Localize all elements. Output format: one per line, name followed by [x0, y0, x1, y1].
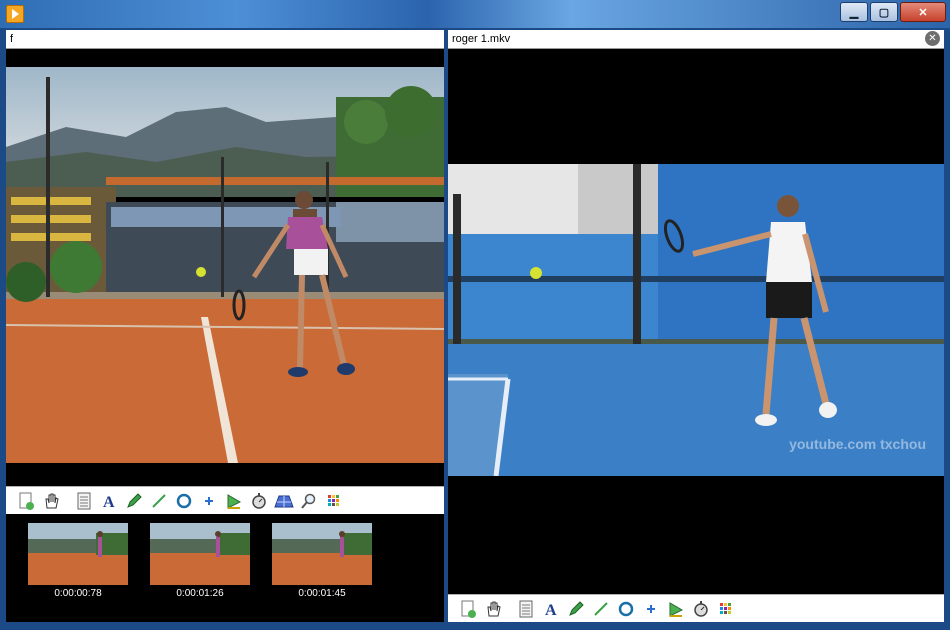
- maximize-button[interactable]: ▢: [870, 2, 898, 22]
- left-pane-header: f: [6, 30, 444, 49]
- chronometer-icon[interactable]: [691, 599, 711, 619]
- title-bar: ▁ ▢ ✕: [0, 0, 950, 28]
- svg-text:A: A: [545, 602, 557, 618]
- circle-icon[interactable]: [174, 491, 194, 511]
- right-pane-header: roger 1.mkv ✕: [448, 30, 944, 49]
- video-watermark: youtube.com txchou: [789, 436, 926, 452]
- app-icon[interactable]: [6, 5, 24, 23]
- key-image-preview: [28, 523, 128, 585]
- pencil-icon[interactable]: [566, 599, 586, 619]
- chronometer-icon[interactable]: [249, 491, 269, 511]
- minimize-button[interactable]: ▁: [840, 2, 868, 22]
- new-key-image-icon[interactable]: [458, 599, 478, 619]
- key-image-time: 0:00:01:26: [176, 588, 224, 599]
- magnifier-icon[interactable]: [299, 491, 319, 511]
- text-icon[interactable]: A: [541, 599, 561, 619]
- key-image-time: 0:00:01:45: [298, 588, 346, 599]
- right-video-pane: roger 1.mkv ✕ youtube.com txchou A: [448, 30, 944, 622]
- line-icon[interactable]: [591, 599, 611, 619]
- color-palette-icon[interactable]: [716, 599, 736, 619]
- cross-marker-icon[interactable]: [641, 599, 661, 619]
- left-drawing-toolbar: A: [6, 486, 444, 514]
- angle-icon[interactable]: [666, 599, 686, 619]
- close-pane-icon[interactable]: ✕: [925, 31, 940, 46]
- key-image-time: 0:00:00:78: [54, 588, 102, 599]
- left-pane-title: f: [10, 33, 14, 45]
- color-palette-icon[interactable]: [324, 491, 344, 511]
- hand-icon[interactable]: [41, 491, 61, 511]
- text-icon[interactable]: A: [99, 491, 119, 511]
- hand-icon[interactable]: [483, 599, 503, 619]
- left-video-frame[interactable]: [6, 67, 444, 463]
- clay-court-scene: [6, 67, 444, 463]
- left-video-pane: f A 0:00:00:78 0:00:01:26 0:00:01:45: [6, 30, 444, 622]
- key-image-preview: [272, 523, 372, 585]
- angle-icon[interactable]: [224, 491, 244, 511]
- svg-text:A: A: [103, 494, 115, 510]
- hard-court-scene: [448, 164, 944, 476]
- right-drawing-toolbar: A: [448, 594, 944, 622]
- circle-icon[interactable]: [616, 599, 636, 619]
- close-button[interactable]: ✕: [900, 2, 946, 22]
- right-pane-title: roger 1.mkv: [452, 33, 511, 45]
- notes-icon[interactable]: [74, 491, 94, 511]
- cross-marker-icon[interactable]: [199, 491, 219, 511]
- perspective-grid-icon[interactable]: [274, 491, 294, 511]
- new-key-image-icon[interactable]: [16, 491, 36, 511]
- right-video-frame[interactable]: youtube.com txchou: [448, 164, 944, 476]
- key-image-preview: [150, 523, 250, 585]
- key-images-strip: 0:00:00:78 0:00:01:26 0:00:01:45: [6, 514, 444, 622]
- notes-icon[interactable]: [516, 599, 536, 619]
- pencil-icon[interactable]: [124, 491, 144, 511]
- line-icon[interactable]: [149, 491, 169, 511]
